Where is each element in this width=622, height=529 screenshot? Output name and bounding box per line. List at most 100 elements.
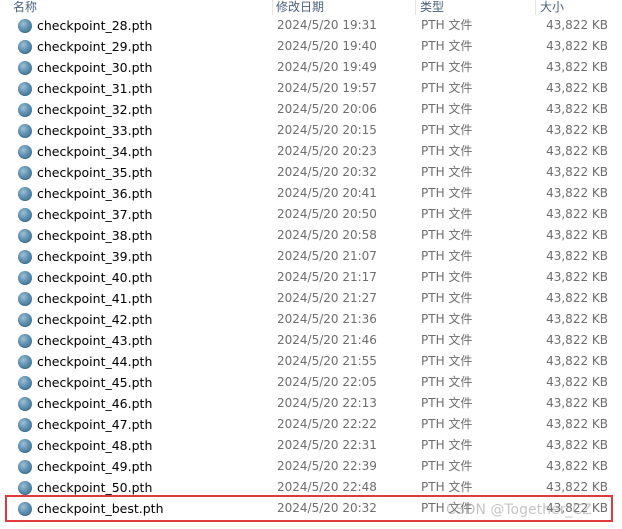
pth-file-icon <box>18 376 32 390</box>
file-type: PTH 文件 <box>421 228 473 242</box>
column-header-date[interactable]: 修改日期 <box>273 0 413 15</box>
file-date: 2024/5/20 20:32 <box>277 165 377 179</box>
file-date: 2024/5/20 20:58 <box>277 228 377 242</box>
file-size: 43,822 KB <box>546 459 608 473</box>
file-name: checkpoint_38.pth <box>37 228 153 243</box>
file-size: 43,822 KB <box>546 396 608 410</box>
file-type: PTH 文件 <box>421 186 473 200</box>
file-name: checkpoint_42.pth <box>37 312 153 327</box>
file-type: PTH 文件 <box>421 459 473 473</box>
pth-file-icon <box>18 292 32 306</box>
pth-file-icon <box>18 124 32 138</box>
file-row[interactable]: checkpoint_30.pth 2024/5/20 19:49 PTH 文件 43… <box>0 57 622 78</box>
file-row[interactable]: checkpoint_32.pth 2024/5/20 20:06 PTH 文件 43… <box>0 99 622 120</box>
pth-file-icon <box>18 145 32 159</box>
pth-file-icon <box>18 40 32 54</box>
file-size: 43,822 KB <box>546 18 608 32</box>
pth-file-icon <box>18 481 32 495</box>
file-date: 2024/5/20 21:07 <box>277 249 377 263</box>
file-size: 43,822 KB <box>546 165 608 179</box>
file-date: 2024/5/20 22:48 <box>277 480 377 494</box>
file-row[interactable]: checkpoint_43.pth 2024/5/20 21:46 PTH 文件 43… <box>0 330 622 351</box>
file-row[interactable]: checkpoint_31.pth 2024/5/20 19:57 PTH 文件 43… <box>0 78 622 99</box>
file-size: 43,822 KB <box>546 333 608 347</box>
file-type: PTH 文件 <box>421 438 473 452</box>
file-date: 2024/5/20 22:31 <box>277 438 377 452</box>
file-type: PTH 文件 <box>421 417 473 431</box>
pth-file-icon <box>18 439 32 453</box>
column-header-bar: 名称 修改日期 类型 大小 <box>0 0 622 15</box>
file-row[interactable]: checkpoint_47.pth 2024/5/20 22:22 PTH 文件 43… <box>0 414 622 435</box>
file-name: checkpoint_49.pth <box>37 459 153 474</box>
file-name: checkpoint_33.pth <box>37 123 153 138</box>
file-row[interactable]: checkpoint_34.pth 2024/5/20 20:23 PTH 文件 43… <box>0 141 622 162</box>
file-row[interactable]: checkpoint_42.pth 2024/5/20 21:36 PTH 文件 43… <box>0 309 622 330</box>
file-row[interactable]: checkpoint_49.pth 2024/5/20 22:39 PTH 文件 43… <box>0 456 622 477</box>
file-name: checkpoint_best.pth <box>37 501 164 516</box>
file-row[interactable]: checkpoint_48.pth 2024/5/20 22:31 PTH 文件 43… <box>0 435 622 456</box>
file-row[interactable]: checkpoint_46.pth 2024/5/20 22:13 PTH 文件 43… <box>0 393 622 414</box>
file-size: 43,822 KB <box>546 501 608 515</box>
pth-file-icon <box>18 61 32 75</box>
file-date: 2024/5/20 22:05 <box>277 375 377 389</box>
column-divider[interactable] <box>415 0 416 15</box>
file-name: checkpoint_37.pth <box>37 207 153 222</box>
file-row[interactable]: checkpoint_29.pth 2024/5/20 19:40 PTH 文件 43… <box>0 36 622 57</box>
file-size: 43,822 KB <box>546 249 608 263</box>
pth-file-icon <box>18 166 32 180</box>
pth-file-icon <box>18 460 32 474</box>
file-date: 2024/5/20 19:31 <box>277 18 377 32</box>
file-size: 43,822 KB <box>546 480 608 494</box>
file-name: checkpoint_46.pth <box>37 396 153 411</box>
column-header-type[interactable]: 类型 <box>417 0 533 15</box>
file-type: PTH 文件 <box>421 480 473 494</box>
column-header-size[interactable]: 大小 <box>537 0 617 15</box>
file-date: 2024/5/20 21:27 <box>277 291 377 305</box>
file-row[interactable]: checkpoint_38.pth 2024/5/20 20:58 PTH 文件 43… <box>0 225 622 246</box>
pth-file-icon <box>18 355 32 369</box>
file-date: 2024/5/20 22:39 <box>277 459 377 473</box>
file-row[interactable]: checkpoint_39.pth 2024/5/20 21:07 PTH 文件 43… <box>0 246 622 267</box>
file-date: 2024/5/20 19:57 <box>277 81 377 95</box>
file-type: PTH 文件 <box>421 81 473 95</box>
file-type: PTH 文件 <box>421 60 473 74</box>
file-row[interactable]: checkpoint_36.pth 2024/5/20 20:41 PTH 文件 43… <box>0 183 622 204</box>
file-type: PTH 文件 <box>421 102 473 116</box>
file-type: PTH 文件 <box>421 144 473 158</box>
pth-file-icon <box>18 103 32 117</box>
file-type: PTH 文件 <box>421 291 473 305</box>
pth-file-icon <box>18 418 32 432</box>
pth-file-icon <box>18 397 32 411</box>
file-name: checkpoint_29.pth <box>37 39 153 54</box>
file-date: 2024/5/20 21:46 <box>277 333 377 347</box>
file-size: 43,822 KB <box>546 144 608 158</box>
file-type: PTH 文件 <box>421 354 473 368</box>
pth-file-icon <box>18 19 32 33</box>
file-row[interactable]: checkpoint_50.pth 2024/5/20 22:48 PTH 文件 43… <box>0 477 622 498</box>
file-name: checkpoint_31.pth <box>37 81 153 96</box>
file-row[interactable]: checkpoint_44.pth 2024/5/20 21:55 PTH 文件 43… <box>0 351 622 372</box>
file-size: 43,822 KB <box>546 81 608 95</box>
file-size: 43,822 KB <box>546 39 608 53</box>
file-row[interactable]: checkpoint_37.pth 2024/5/20 20:50 PTH 文件 43… <box>0 204 622 225</box>
file-date: 2024/5/20 20:15 <box>277 123 377 137</box>
file-size: 43,822 KB <box>546 291 608 305</box>
file-name: checkpoint_45.pth <box>37 375 153 390</box>
file-name: checkpoint_43.pth <box>37 333 153 348</box>
file-name: checkpoint_34.pth <box>37 144 153 159</box>
file-date: 2024/5/20 22:22 <box>277 417 377 431</box>
file-date: 2024/5/20 20:23 <box>277 144 377 158</box>
file-size: 43,822 KB <box>546 270 608 284</box>
file-row[interactable]: checkpoint_40.pth 2024/5/20 21:17 PTH 文件 43… <box>0 267 622 288</box>
column-header-name[interactable]: 名称 <box>10 0 272 15</box>
file-row[interactable]: checkpoint_41.pth 2024/5/20 21:27 PTH 文件 43… <box>0 288 622 309</box>
file-row[interactable]: checkpoint_33.pth 2024/5/20 20:15 PTH 文件 43… <box>0 120 622 141</box>
column-divider[interactable] <box>535 0 536 15</box>
pth-file-icon <box>18 229 32 243</box>
file-row[interactable]: checkpoint_28.pth 2024/5/20 19:31 PTH 文件 43… <box>0 15 622 36</box>
file-date: 2024/5/20 21:17 <box>277 270 377 284</box>
file-row[interactable]: checkpoint_35.pth 2024/5/20 20:32 PTH 文件 43… <box>0 162 622 183</box>
file-row[interactable]: checkpoint_45.pth 2024/5/20 22:05 PTH 文件 43… <box>0 372 622 393</box>
file-size: 43,822 KB <box>546 228 608 242</box>
file-row-best[interactable]: checkpoint_best.pth 2024/5/20 20:32 PTH … <box>0 497 622 520</box>
